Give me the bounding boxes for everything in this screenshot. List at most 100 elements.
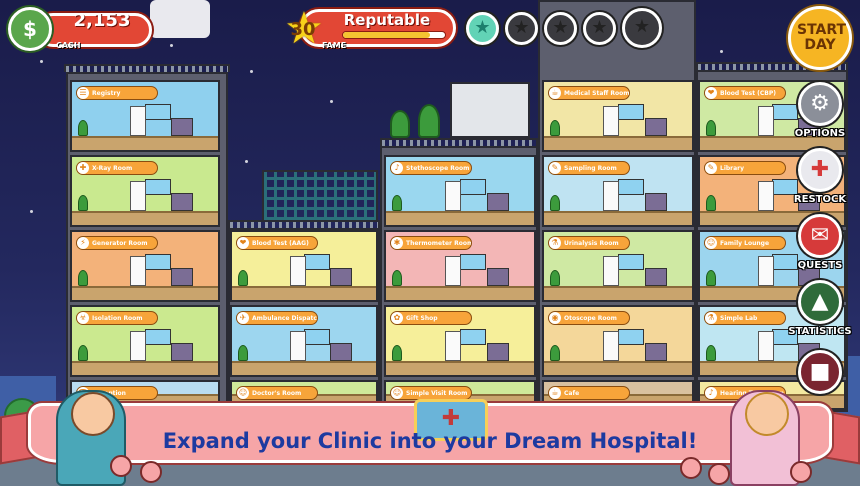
balloon (680, 457, 702, 479)
room-urinalysis-room[interactable]: ⚗ Urinalysis Room (542, 230, 694, 302)
room-medical-staff-room[interactable]: ☕ Medical Staff Room (542, 80, 694, 152)
options-button[interactable]: ⚙ OPTIONS (784, 82, 856, 139)
room-name: Thermometer Room (406, 239, 472, 247)
star-decoration (245, 160, 248, 163)
room-label: ❤ Blood Test (AAG) (236, 236, 318, 250)
cash-caption: CASH (56, 41, 81, 50)
room-name: Family Lounge (720, 239, 770, 247)
cash-icon: $ (8, 7, 52, 51)
room-name: Stethoscope Room (406, 164, 470, 172)
room-name: Sampling Room (564, 164, 617, 172)
room-furniture (603, 106, 620, 136)
room-equipment (171, 343, 194, 361)
balloon (140, 461, 162, 483)
quests-label: QUESTS (797, 260, 843, 271)
room-type-icon: ✎ (549, 162, 563, 174)
room-type-icon: ❤ (237, 237, 251, 249)
room-label: ☺ Family Lounge (704, 236, 786, 250)
room-registry[interactable]: ☰ Registry (70, 80, 220, 152)
fame-display: Reputable ★ 30 FAME (280, 7, 458, 51)
statistics-button[interactable]: ▲ STATISTICS (784, 280, 856, 337)
star-decoration (330, 100, 333, 103)
room-window (460, 329, 486, 345)
quests-button[interactable]: ✉ QUESTS (784, 214, 856, 271)
room-label: ✿ Gift Shop (390, 311, 472, 325)
room-furniture (603, 331, 620, 361)
room-name: Blood Test (AAG) (252, 239, 309, 247)
fame-title: Reputable (343, 11, 431, 29)
gear-icon: ⚙ (798, 82, 842, 126)
room-floor (386, 211, 534, 225)
room-furniture (130, 106, 147, 136)
potted-plant (550, 270, 560, 286)
room-window (618, 254, 644, 270)
room-isolation-room[interactable]: ☣ Isolation Room (70, 305, 220, 377)
room-equipment (486, 268, 509, 286)
room-equipment (644, 193, 667, 211)
roof-railing (380, 138, 538, 146)
cloud (150, 0, 210, 38)
room-type-icon: ✿ (391, 312, 405, 324)
room-window (145, 179, 171, 195)
room-type-icon: ✚ (77, 162, 91, 174)
room-type-icon: ✈ (237, 312, 251, 324)
room-type-icon: ☕ (549, 87, 563, 99)
room-floor (72, 136, 218, 150)
room-label: ◉ Otoscope Room (548, 311, 630, 325)
statistics-label: STATISTICS (788, 326, 852, 337)
room-name: Gift Shop (406, 314, 438, 322)
room-furniture (757, 256, 774, 286)
cash-display: 2,153 $ CASH (8, 7, 154, 51)
doctor-head (71, 392, 115, 436)
room-window (460, 179, 486, 195)
room-stethoscope-room[interactable]: ♪ Stethoscope Room (384, 155, 536, 227)
room-furniture (757, 106, 774, 136)
room-label: ♪ Stethoscope Room (390, 161, 472, 175)
room-equipment (329, 343, 352, 361)
cash-value: 2,153 (73, 10, 131, 31)
room-type-icon: ☺ (705, 237, 719, 249)
room-label: ☕ Medical Staff Room (548, 86, 630, 100)
room-thermometer-room[interactable]: ✱ Thermometer Room (384, 230, 536, 302)
options-label: OPTIONS (794, 128, 846, 139)
room-otoscope-room[interactable]: ◉ Otoscope Room (542, 305, 694, 377)
room-name: Blood Test (CBP) (720, 89, 777, 97)
room-generator-room[interactable]: ⚡ Generator Room (70, 230, 220, 302)
room-floor (544, 361, 692, 375)
room-name: Generator Room (92, 239, 148, 247)
room-equipment (171, 268, 194, 286)
room-equipment (171, 118, 194, 136)
room-blood-test-aag[interactable]: ❤ Blood Test (AAG) (230, 230, 378, 302)
room-equipment (329, 268, 352, 286)
room-sampling-room[interactable]: ✎ Sampling Room (542, 155, 694, 227)
room-floor (72, 211, 218, 225)
room-furniture (603, 181, 620, 211)
room-name: X-Ray Room (92, 164, 133, 172)
room-furniture (757, 181, 774, 211)
start-day-button[interactable]: START DAY (788, 6, 852, 70)
room-label: ✈ Ambulance Dispatch (236, 311, 318, 325)
room-window (304, 254, 330, 270)
potted-plant (706, 270, 716, 286)
room-gift-shop[interactable]: ✿ Gift Shop (384, 305, 536, 377)
room-window (618, 104, 644, 120)
hospital-star-icon: ★ (466, 12, 499, 45)
room-x-ray-room[interactable]: ✚ X-Ray Room (70, 155, 220, 227)
room-window (460, 254, 486, 270)
room-name: Registry (92, 89, 121, 97)
room-furniture (130, 331, 147, 361)
room-floor (544, 286, 692, 300)
restock-button[interactable]: ✚ RESTOCK (784, 148, 856, 205)
room-ambulance-dispatch[interactable]: ✈ Ambulance Dispatch (230, 305, 378, 377)
room-label: ☣ Isolation Room (76, 311, 158, 325)
balloon (110, 455, 132, 477)
star-decoration (40, 60, 43, 63)
roof-railing (64, 64, 230, 72)
room-equipment (171, 193, 194, 211)
room-type-icon: ✱ (391, 237, 405, 249)
room-type-icon: ⚡ (77, 237, 91, 249)
banner-text: Expand your Clinic into your Dream Hospi… (162, 429, 698, 453)
room-window (145, 329, 171, 345)
room-window (145, 104, 171, 120)
room-label: ✱ Thermometer Room (390, 236, 472, 250)
